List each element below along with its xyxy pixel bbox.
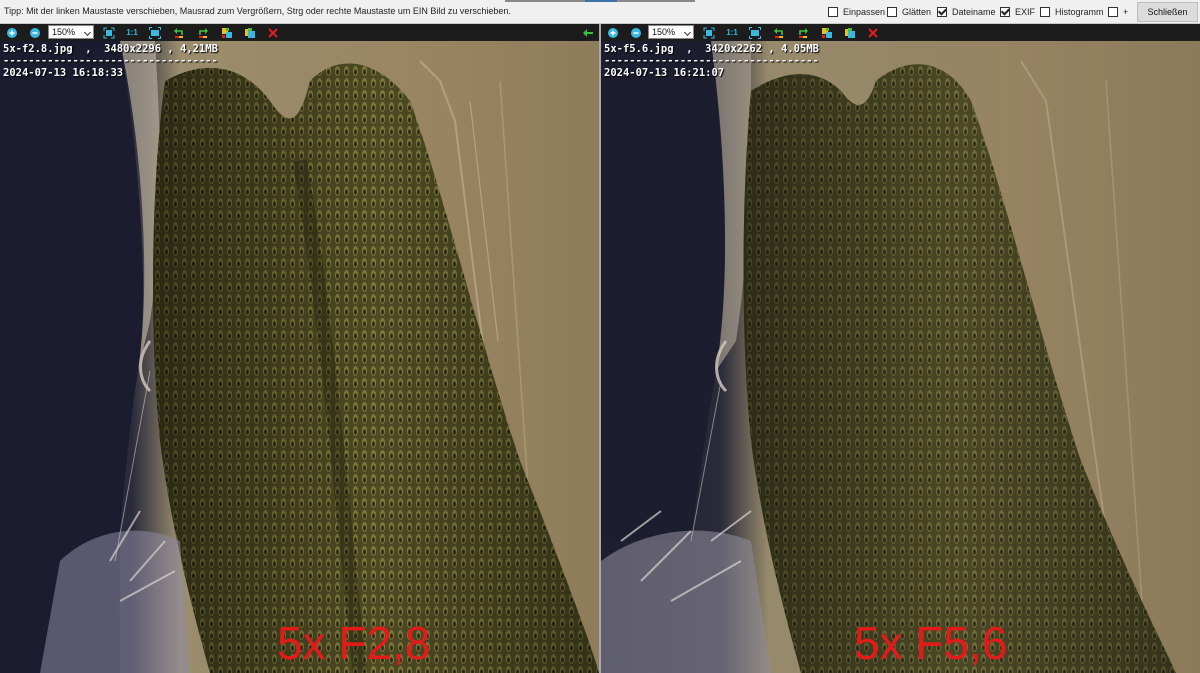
exif-checkbox[interactable] bbox=[1000, 7, 1010, 17]
zoom-value: 150% bbox=[652, 27, 676, 37]
plus-checkbox[interactable] bbox=[1108, 7, 1118, 17]
zoom-out-icon[interactable] bbox=[28, 26, 41, 39]
one-to-one-icon[interactable]: 1:1 bbox=[124, 26, 140, 39]
option-label: EXIF bbox=[1015, 7, 1036, 17]
option-einpassen[interactable]: Einpassen bbox=[828, 6, 885, 18]
panel-toolbar: 150% 1:1 bbox=[0, 24, 599, 41]
image-panel-left[interactable]: 150% 1:1 5x-f2.8.jpg , 3480x2296 , 4,21M… bbox=[0, 24, 599, 673]
file-size: 4,21MB bbox=[180, 43, 218, 55]
option-plus[interactable]: + bbox=[1108, 6, 1128, 18]
einpassen-checkbox[interactable] bbox=[828, 7, 838, 17]
delete-icon[interactable] bbox=[266, 26, 279, 39]
caption-label: 5x F5,6 bbox=[854, 617, 1008, 669]
zoom-select[interactable]: 150% bbox=[48, 25, 94, 39]
chevron-down-icon bbox=[83, 28, 92, 37]
rotate-right-icon[interactable] bbox=[196, 26, 209, 39]
fullscreen-icon[interactable] bbox=[748, 26, 761, 39]
window-tab-indicator bbox=[617, 0, 695, 2]
rotate-left-icon[interactable] bbox=[772, 26, 785, 39]
image-dimensions: 3480x2296 bbox=[104, 43, 162, 55]
close-button[interactable]: Schließen bbox=[1137, 2, 1198, 22]
top-bar: Tipp: Mit der linken Maustaste verschieb… bbox=[0, 0, 1200, 24]
option-label: + bbox=[1123, 7, 1129, 17]
window-tab-indicator bbox=[505, 0, 585, 2]
zoom-out-icon[interactable] bbox=[629, 26, 642, 39]
filename: 5x-f5.6.jpg bbox=[604, 43, 674, 55]
separator-line: ---------------------------------- bbox=[604, 55, 819, 67]
option-label: Glätten bbox=[902, 7, 932, 17]
copy-icon[interactable] bbox=[243, 26, 256, 39]
option-exif[interactable]: EXIF bbox=[1000, 6, 1035, 18]
option-label: Histogramm bbox=[1055, 7, 1104, 17]
dateiname-checkbox[interactable] bbox=[937, 7, 947, 17]
capture-date: 2024-07-13 16:18:33 bbox=[3, 67, 124, 79]
delete-icon[interactable] bbox=[866, 26, 879, 39]
histogramm-checkbox[interactable] bbox=[1040, 7, 1050, 17]
caption-label: 5x F2,8 bbox=[277, 617, 431, 669]
rotate-right-icon[interactable] bbox=[796, 26, 809, 39]
zoom-select[interactable]: 150% bbox=[648, 25, 694, 39]
zoom-in-icon[interactable] bbox=[5, 26, 18, 39]
rotate-left-icon[interactable] bbox=[172, 26, 185, 39]
option-glaetten[interactable]: Glätten bbox=[887, 6, 931, 18]
option-label: Dateiname bbox=[952, 7, 996, 17]
file-size: 4.05MB bbox=[781, 43, 819, 55]
tip-text: Tipp: Mit der linken Maustaste verschieb… bbox=[4, 6, 511, 16]
arrow-left-icon[interactable] bbox=[581, 26, 594, 39]
filename: 5x-f2.8.jpg bbox=[3, 43, 73, 55]
fit-icon[interactable] bbox=[702, 26, 715, 39]
option-histogramm[interactable]: Histogramm bbox=[1040, 6, 1104, 18]
photo-left[interactable] bbox=[0, 41, 599, 673]
separator-line: ---------------------------------- bbox=[3, 55, 218, 67]
photo-right[interactable] bbox=[601, 41, 1200, 673]
one-to-one-icon[interactable]: 1:1 bbox=[724, 26, 740, 39]
option-dateiname[interactable]: Dateiname bbox=[937, 6, 996, 18]
fit-icon[interactable] bbox=[102, 26, 115, 39]
image-dimensions: 3420x2262 bbox=[705, 43, 763, 55]
image-panel-right[interactable]: 150% 1:1 5x-f5.6.jpg , 3420x2262 , 4.05M… bbox=[601, 24, 1200, 673]
exif-overlay: 5x-f2.8.jpg , 3480x2296 , 4,21MB -------… bbox=[3, 43, 218, 79]
color-icon[interactable] bbox=[220, 26, 233, 39]
glaetten-checkbox[interactable] bbox=[887, 7, 897, 17]
exif-overlay: 5x-f5.6.jpg , 3420x2262 , 4.05MB -------… bbox=[604, 43, 819, 79]
fullscreen-icon[interactable] bbox=[148, 26, 161, 39]
option-label: Einpassen bbox=[843, 7, 886, 17]
zoom-value: 150% bbox=[52, 27, 76, 37]
capture-date: 2024-07-13 16:21:07 bbox=[604, 67, 725, 79]
chevron-down-icon bbox=[683, 28, 692, 37]
copy-icon[interactable] bbox=[843, 26, 856, 39]
panel-toolbar: 150% 1:1 bbox=[601, 24, 1200, 41]
color-icon[interactable] bbox=[820, 26, 833, 39]
window-tab-indicator-active bbox=[585, 0, 617, 2]
zoom-in-icon[interactable] bbox=[606, 26, 619, 39]
